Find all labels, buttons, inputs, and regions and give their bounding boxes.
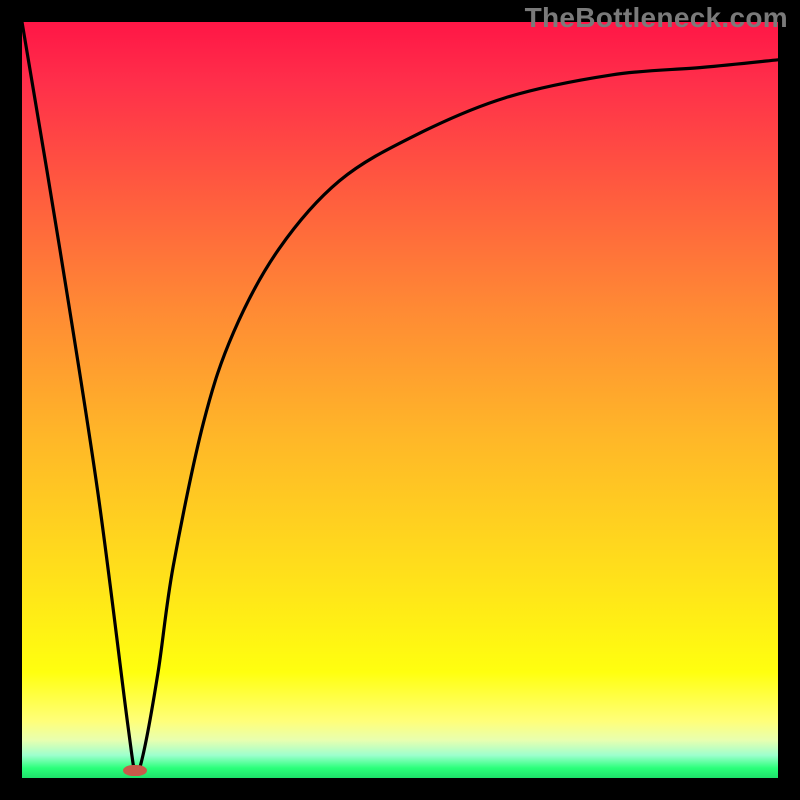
watermark-text: TheBottleneck.com — [525, 2, 788, 34]
optimal-marker — [123, 765, 147, 776]
plot-area — [22, 22, 778, 778]
curve-layer — [22, 22, 778, 778]
bottleneck-curve — [22, 22, 778, 773]
chart-frame: TheBottleneck.com — [0, 0, 800, 800]
